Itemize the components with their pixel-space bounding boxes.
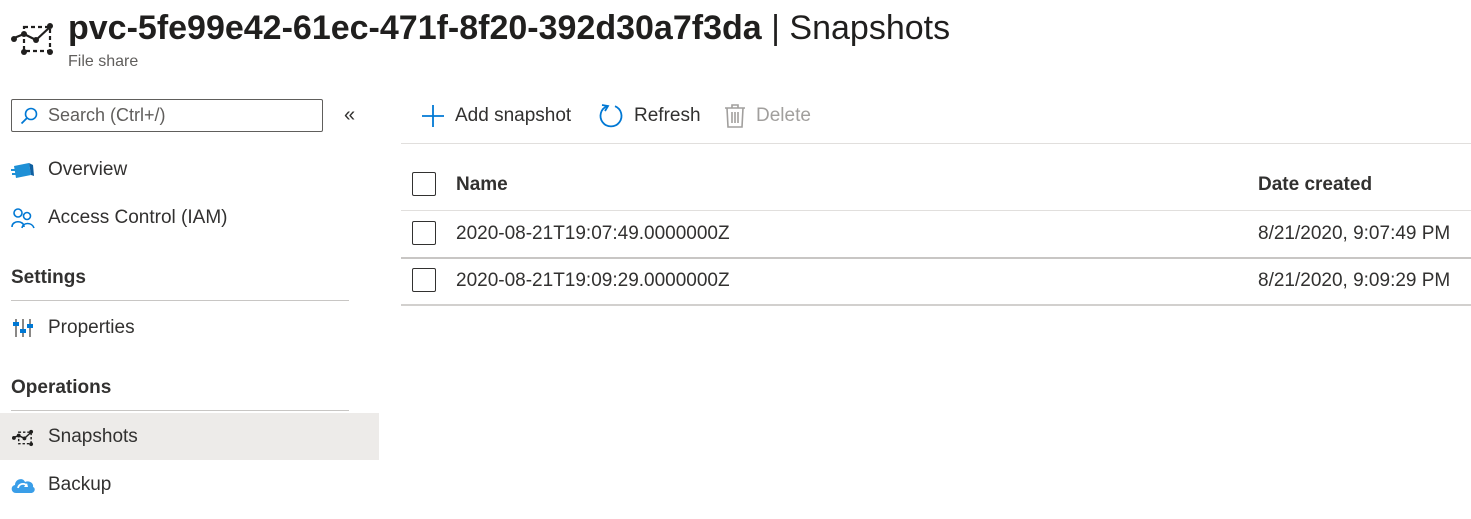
title-separator: | [771,9,780,47]
resource-name: pvc-5fe99e42-61ec-471f-8f20-392d30a7f3da [68,9,762,47]
delete-label: Delete [756,105,811,126]
snapshot-icon [10,425,36,449]
page-name: Snapshots [789,9,951,47]
sidebar-item-snapshots[interactable]: Snapshots [0,413,379,460]
row-checkbox[interactable] [412,268,436,292]
table-row[interactable]: 2020-08-21T19:07:49.0000000Z 8/21/2020, … [401,211,1471,257]
sidebar-item-overview[interactable]: Overview [0,146,379,193]
overview-icon [10,158,36,182]
search-icon [20,107,38,125]
sidebar-item-label: Backup [48,473,112,495]
plus-icon [421,104,445,128]
snapshot-date: 8/21/2020, 9:07:49 PM [1258,223,1451,244]
snapshot-date: 8/21/2020, 9:09:29 PM [1258,270,1451,291]
column-header-date-created[interactable]: Date created [1258,174,1372,196]
sidebar-item-label: Access Control (IAM) [48,206,228,228]
snapshot-name: 2020-08-21T19:07:49.0000000Z [456,223,730,244]
sidebar-item-label: Properties [48,316,135,338]
divider [11,410,349,411]
search-input[interactable] [48,103,318,128]
divider [401,304,1471,306]
backup-icon [10,473,36,497]
sidebar-item-properties[interactable]: Properties [0,304,379,351]
add-snapshot-label: Add snapshot [455,105,572,126]
table-row[interactable]: 2020-08-21T19:09:29.0000000Z 8/21/2020, … [401,258,1471,304]
page-title: pvc-5fe99e42-61ec-471f-8f20-392d30a7f3da… [68,6,950,50]
column-header-name[interactable]: Name [456,174,508,196]
divider [11,300,349,301]
trash-icon [724,103,746,129]
sidebar-item-iam[interactable]: Access Control (IAM) [0,194,379,241]
add-snapshot-button[interactable]: Add snapshot [421,99,571,133]
select-all-checkbox[interactable] [412,172,436,196]
collapse-sidebar-button[interactable]: « [344,104,355,127]
section-operations: Operations [11,377,112,398]
sidebar-item-label: Overview [48,158,128,180]
sidebar-item-backup[interactable]: Backup [0,461,379,508]
refresh-button[interactable]: Refresh [598,99,701,133]
snapshot-name: 2020-08-21T19:09:29.0000000Z [456,270,730,291]
refresh-label: Refresh [634,105,701,126]
properties-icon [10,316,36,340]
table-header: Name Date created [401,162,1471,208]
refresh-icon [598,103,624,129]
search-box[interactable] [11,99,323,132]
resource-type: File share [68,53,139,70]
iam-icon [10,206,36,230]
snapshot-icon [11,23,53,55]
delete-button[interactable]: Delete [724,99,811,133]
section-settings: Settings [11,267,86,288]
row-checkbox[interactable] [412,221,436,245]
toolbar-divider [401,143,1471,144]
sidebar-item-label: Snapshots [48,425,138,447]
